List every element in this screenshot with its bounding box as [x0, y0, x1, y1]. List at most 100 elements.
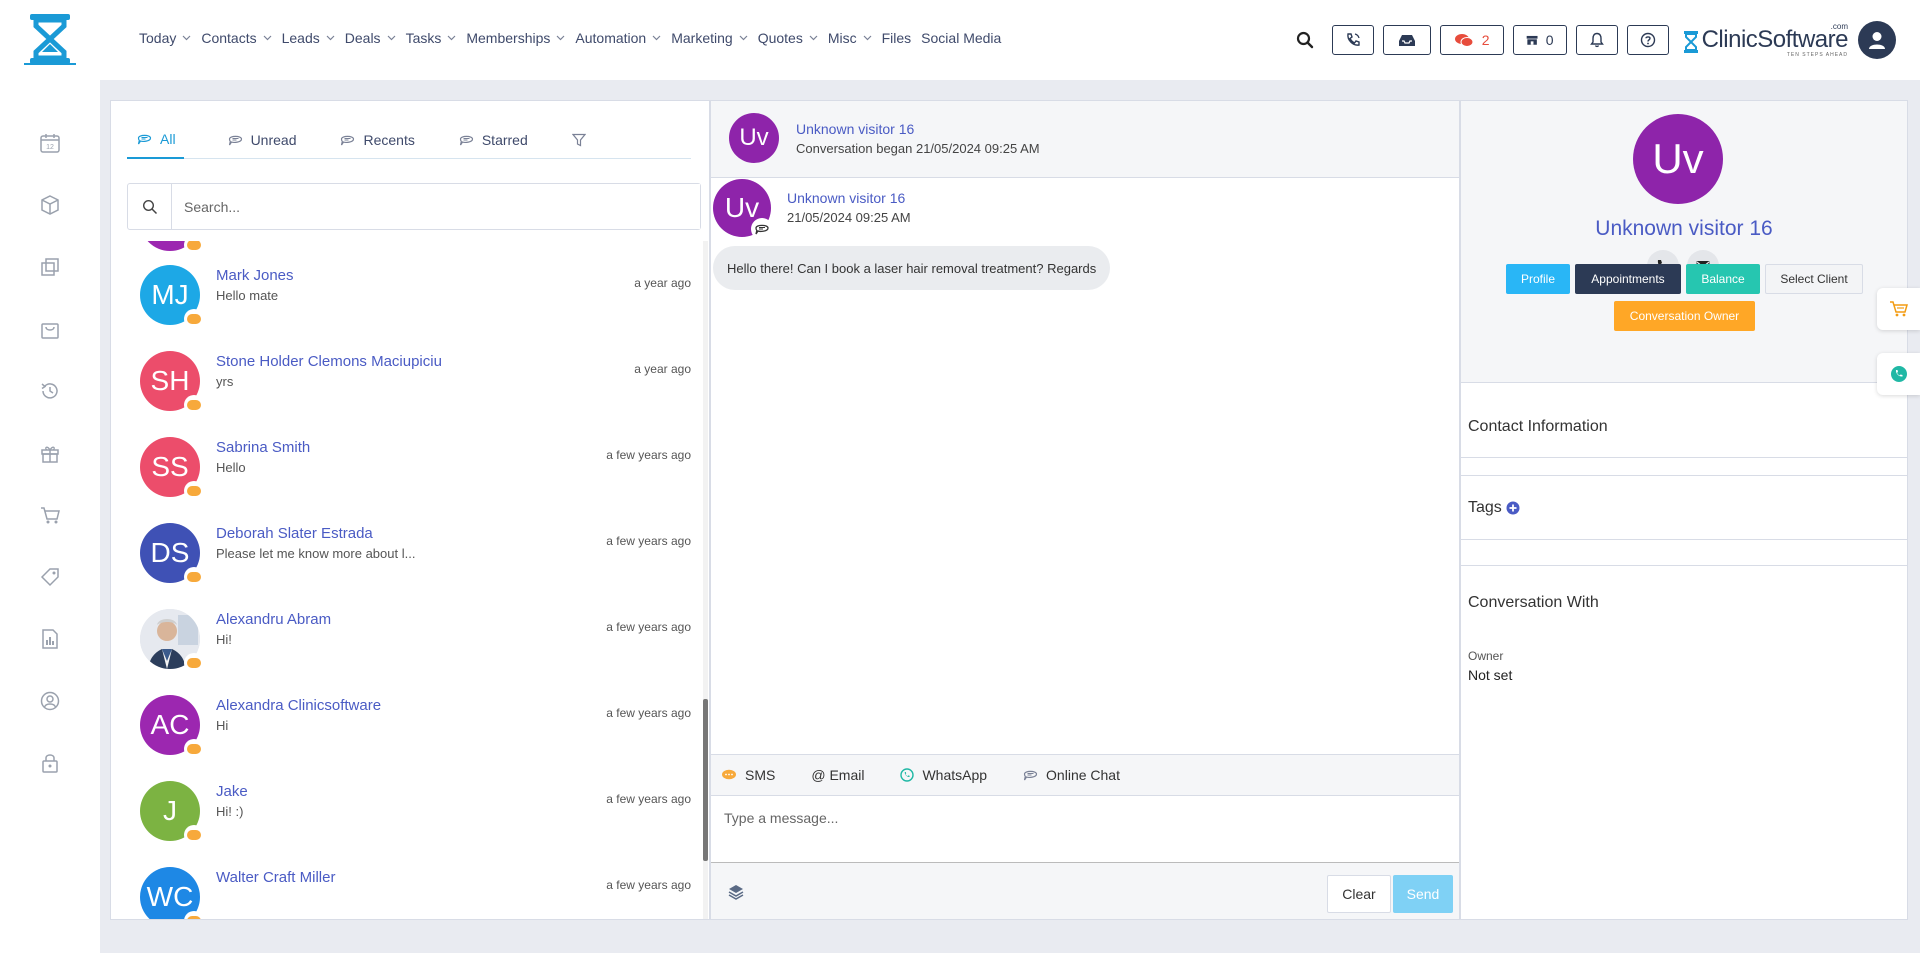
tab-label: Recents: [363, 131, 415, 148]
nav-automation[interactable]: Automation: [575, 30, 661, 46]
avatar-initials: SH: [150, 365, 190, 396]
nav-social-media[interactable]: Social Media: [921, 30, 1001, 46]
divider: [1461, 475, 1907, 476]
chevron-down-icon: [263, 33, 272, 43]
contact-information-title[interactable]: Contact Information: [1468, 418, 1608, 436]
clinicsoftware-brand[interactable]: ClinicSoftware .com TEN STEPS AHEAD: [1682, 22, 1848, 58]
nav-label: Quotes: [757, 30, 803, 46]
user-circle-icon[interactable]: [37, 688, 63, 714]
nav-deals[interactable]: Deals: [345, 30, 396, 46]
conversation-preview: Hello: [216, 460, 246, 475]
conversation-item[interactable]: WC Walter Craft Miller a few years ago: [111, 855, 701, 919]
divider: [1461, 539, 1907, 540]
user-avatar[interactable]: [1858, 21, 1896, 59]
conversation-owner-button[interactable]: Conversation Owner: [1614, 301, 1755, 331]
conversation-time: a few years ago: [606, 448, 691, 462]
inbox-button[interactable]: [1382, 25, 1431, 55]
shopping-bag-icon[interactable]: [37, 316, 63, 342]
conversation-time: a year ago: [634, 276, 691, 290]
cube-icon[interactable]: [37, 192, 63, 218]
message-input[interactable]: [711, 796, 1459, 863]
conversation-preview: Hello mate: [216, 288, 279, 303]
send-button[interactable]: Send: [1393, 875, 1453, 913]
conversation-item[interactable]: AC Alexandra Clinicsoftware Hi a few years …: [111, 683, 701, 769]
notifications-button[interactable]: [1575, 25, 1618, 55]
online-chat-badge-icon: [751, 218, 773, 240]
divider: [1461, 565, 1907, 566]
conversation-preview: Please let me know more about l...: [216, 546, 416, 561]
tab-recents[interactable]: Recents: [330, 121, 415, 159]
store-button[interactable]: 0: [1512, 25, 1567, 55]
chevron-down-icon: [556, 33, 565, 43]
appointments-button[interactable]: Appointments: [1575, 264, 1681, 294]
nav-today[interactable]: Today: [139, 30, 191, 46]
floating-cart-button[interactable]: [1877, 288, 1920, 330]
tags-icon[interactable]: [37, 564, 63, 590]
report-icon[interactable]: [37, 626, 63, 652]
layers-icon[interactable]: [727, 883, 745, 901]
gift-icon[interactable]: [37, 440, 63, 466]
nav-misc[interactable]: Misc: [828, 30, 872, 46]
list-scrollbar-thumb[interactable]: [703, 699, 708, 861]
filter-icon[interactable]: [562, 121, 586, 159]
nav-marketing[interactable]: Marketing: [671, 30, 748, 46]
channel-sms[interactable]: SMS: [721, 767, 775, 783]
nav-quotes[interactable]: Quotes: [758, 30, 818, 46]
nav-files[interactable]: Files: [882, 30, 912, 46]
conversation-list-panel: All Unread Recents Starred MJ Mark Jones Hell…: [110, 100, 710, 920]
select-client-button[interactable]: Select Client: [1765, 264, 1863, 294]
copy-icon[interactable]: [37, 254, 63, 280]
channel-email[interactable]: @ Email: [811, 767, 864, 783]
conversation-item[interactable]: SS Sabrina Smith Hello a few years ago: [111, 425, 701, 511]
history-icon[interactable]: [37, 378, 63, 404]
chat-icon: [228, 133, 243, 147]
nav-memberships[interactable]: Memberships: [466, 30, 565, 46]
chat-header-avatar[interactable]: Uv: [729, 113, 779, 163]
message-bubble: Hello there! Can I book a laser hair rem…: [713, 246, 1111, 290]
search-icon[interactable]: [128, 184, 172, 229]
nav-contacts[interactable]: Contacts: [201, 30, 272, 46]
conversation-item[interactable]: MJ Mark Jones Hello mate a year ago: [111, 253, 701, 339]
whatsapp-icon: [1890, 366, 1907, 382]
tab-all[interactable]: All: [127, 121, 184, 159]
profile-button[interactable]: Profile: [1506, 264, 1570, 294]
contact-avatar: Uv: [1633, 114, 1723, 204]
brand-com: .com: [1830, 22, 1848, 31]
add-tag-icon[interactable]: [1506, 501, 1520, 515]
nav-label: Automation: [575, 30, 647, 46]
user-icon: [1869, 32, 1885, 49]
chevron-down-icon: [326, 33, 335, 43]
cart-icon[interactable]: [37, 502, 63, 528]
calendar-icon[interactable]: 12: [37, 130, 63, 156]
sms-icon: [184, 309, 204, 329]
nav-label: Marketing: [671, 30, 733, 46]
balance-button[interactable]: Balance: [1686, 264, 1760, 294]
chat-panel: Uv Unknown visitor 16 Conversation began…: [710, 100, 1460, 920]
conversation-item[interactable]: SH Stone Holder Clemons Maciupiciu yrs a ye…: [111, 339, 701, 425]
app-logo-icon[interactable]: [24, 12, 76, 66]
floating-whatsapp-button[interactable]: [1877, 353, 1920, 395]
channel-onlinechat[interactable]: Online Chat: [1023, 767, 1120, 783]
messages-button[interactable]: 2: [1439, 25, 1504, 55]
question-icon: [1640, 32, 1655, 48]
search-input[interactable]: [172, 184, 700, 229]
phone-call-button[interactable]: [1331, 25, 1374, 55]
list-scrollbar[interactable]: [703, 241, 708, 919]
search-icon[interactable]: [1290, 25, 1320, 55]
nav-leads[interactable]: Leads: [282, 30, 335, 46]
clear-button[interactable]: Clear: [1327, 875, 1391, 913]
help-button[interactable]: [1626, 25, 1669, 55]
tags-section: Tags: [1468, 499, 1520, 517]
conversation-item[interactable]: J Jake Hi! :) a few years ago: [111, 769, 701, 855]
lock-icon[interactable]: [37, 750, 63, 776]
tab-unread[interactable]: Unread: [218, 121, 296, 159]
nav-tasks[interactable]: Tasks: [406, 30, 457, 46]
tab-starred[interactable]: Starred: [449, 121, 528, 159]
chat-icon: [459, 133, 474, 147]
chat-header-name[interactable]: Unknown visitor 16: [796, 121, 914, 137]
conversation-item[interactable]: Alexandru Abram Hi! a few years ago: [111, 597, 701, 683]
message-sender[interactable]: Unknown visitor 16: [787, 190, 905, 206]
channel-whatsapp[interactable]: WhatsApp: [900, 767, 987, 783]
conversation-item[interactable]: DS Deborah Slater Estrada Please let me kn…: [111, 511, 701, 597]
nav-label: Deals: [344, 30, 381, 46]
